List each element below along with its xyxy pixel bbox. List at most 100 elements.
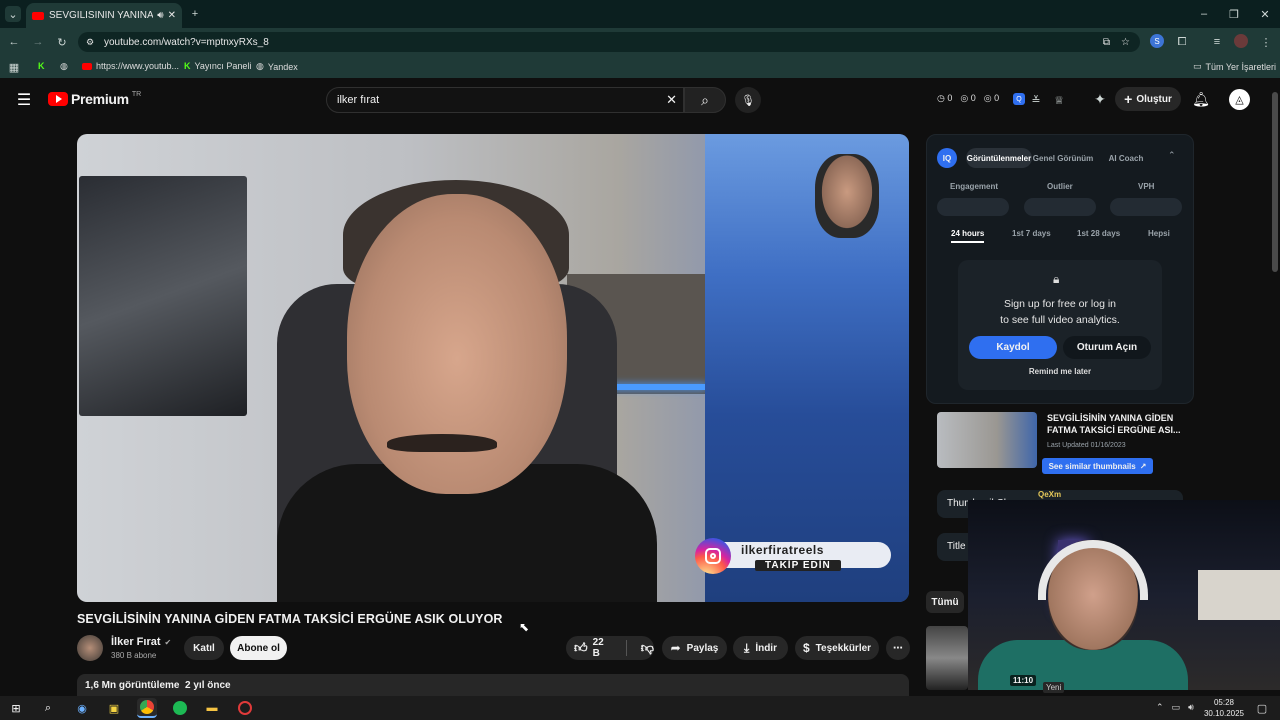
range-7d[interactable]: 1st 7 days [1012,229,1051,238]
dislike-button[interactable]: 👎︎ [641,640,654,656]
download-button[interactable]: ⤓ İndir [733,636,788,660]
join-button[interactable]: Katıl [184,636,224,660]
reload-icon[interactable]: ↻ [54,34,70,50]
lock-icon: 🔒︎ [1053,272,1060,286]
tab-views[interactable]: Görüntülenmeler [966,148,1032,168]
see-similar-button[interactable]: See similar thumbnails ↗ [1042,458,1153,474]
clock-counter[interactable]: ◷ 0 [937,93,952,104]
media-queue-icon[interactable]: ≡ [1209,34,1225,50]
network-icon[interactable]: ▭ [1172,702,1181,713]
plus-icon: + [1124,91,1133,107]
minimize-icon[interactable]: – [1196,6,1212,22]
bookmark-yayinci[interactable]: K Yayıncı Paneli [184,61,251,71]
kick-icon: K [184,61,191,71]
url-input[interactable]: ⚙︎ youtube.com/watch?v=mptnxyRXs_8 ⧉ ☆ [78,32,1140,52]
gem-icon[interactable]: ✦ [1092,91,1108,107]
window-close-icon[interactable]: ✕ [1257,6,1273,22]
description-box[interactable]: 1,6 Mn görüntüleme 2 yıl önce [77,674,909,696]
share-label: Paylaş [686,642,719,654]
all-bookmarks[interactable]: ▭ Tüm Yer İşaretleri [1193,61,1276,72]
chip-all[interactable]: Tümü [926,591,964,613]
file-explorer-icon[interactable]: ▬ [202,698,222,718]
speaker-icon[interactable]: 🔊︎ [157,10,163,21]
range-28d[interactable]: 1st 28 days [1077,229,1120,238]
notes-icon[interactable]: ▣ [104,698,124,718]
duration-badge: 11:10 [1010,675,1037,686]
remind-later-link[interactable]: Remind me later [958,367,1162,376]
views-counter[interactable]: ◎ 0 [984,93,999,104]
restore-icon[interactable]: ❐ [1226,6,1242,22]
chrome-icon[interactable] [137,698,157,718]
share-button[interactable]: ➦ Paylaş [662,636,727,660]
counter-value: 0 [970,93,976,103]
search-button[interactable]: ⌕ [684,87,726,113]
tab-close-icon[interactable]: ✕ [168,10,176,21]
signup-button[interactable]: Kaydol [969,336,1057,359]
bookmarks-bar: ▦ K ◍ https://www.youtub... K Yayıncı Pan… [0,56,1280,78]
forward-icon[interactable]: → [30,34,46,50]
range-24h[interactable]: 24 hours [951,229,985,243]
more-actions-button[interactable]: ⋯ [886,636,910,660]
back-icon[interactable]: ← [6,34,22,50]
tab-overview[interactable]: Genel Görünüm [1032,148,1094,168]
youtube-logo[interactable]: Premium TR [48,91,141,107]
install-app-icon[interactable]: ⧉ [1103,37,1110,48]
bookmark-youtube[interactable]: https://www.youtub... [82,61,179,71]
hamburger-menu-icon[interactable]: ☰ [16,92,32,109]
stat-value-blurred [1110,198,1182,216]
subscribe-button[interactable]: Abone ol [230,636,287,660]
bookmark-star-icon[interactable]: ☆ [1121,37,1130,48]
bookmark-globe[interactable]: ◍ [60,61,68,72]
voice-search-button[interactable]: 🎙︎ [735,87,761,113]
puzzle-icon[interactable]: ⧠ [1174,34,1190,50]
channel-name-row[interactable]: İlker Fırat ✔ [111,636,171,648]
related-video-thumbnail[interactable] [926,626,968,690]
kick-icon: K [38,61,45,71]
video-thumbnail[interactable] [937,412,1037,468]
clear-search-icon[interactable]: ✕ [666,92,677,108]
range-all[interactable]: Hepsi [1148,229,1170,238]
volume-icon[interactable]: 🔊︎ [1188,702,1194,713]
thanks-button[interactable]: $ Teşekkürler [795,636,879,660]
new-tab-icon[interactable]: + [187,6,203,22]
thumbs-up-icon: 👍︎ [574,640,588,655]
spotify-icon[interactable] [170,698,190,718]
app-icon[interactable] [235,698,255,718]
like-button[interactable]: 👍︎ 22 B [574,637,612,659]
account-avatar[interactable]: ◬ [1229,89,1250,110]
filter-icon[interactable]: ≚ [1028,92,1044,108]
create-button[interactable]: + Oluştur [1115,87,1181,111]
windows-taskbar [0,696,1280,720]
channel-avatar[interactable] [77,635,103,661]
page-scrollbar[interactable] [1272,92,1278,272]
site-info-icon[interactable]: ⚙︎ [86,37,94,48]
video-player[interactable]: ilkerfiratreels TAKİP EDİN [77,134,909,602]
trophy-icon[interactable]: ♕ [1051,92,1067,108]
subscriber-count: 380 B abone [111,651,157,660]
collapse-chevron-icon[interactable]: ⌃ [1168,150,1176,161]
windows-start-icon[interactable]: ⊞ [6,698,26,718]
tab-ai-coach[interactable]: AI Coach [1098,148,1154,168]
youtube-play-icon [48,92,68,106]
taskbar-search-icon[interactable]: ⌕ [38,698,58,718]
eye-counter[interactable]: ◎ 0 [960,93,975,104]
bookmark-yandex[interactable]: ◍ Yandex [256,61,298,72]
steam-icon[interactable]: ◉ [72,698,92,718]
notifications-bell-icon[interactable]: 🔔︎ [1192,91,1210,107]
views-and-date: 1,6 Mn görüntüleme 2 yıl önce [85,680,231,691]
extension-icon[interactable]: S [1150,34,1164,48]
bookmark-kick-k[interactable]: K [38,61,45,71]
login-button[interactable]: Oturum Açın [1063,336,1151,359]
tab-list-icon[interactable]: ⌄ [5,6,21,22]
apps-grid-icon[interactable]: ▦ [6,59,22,75]
menu-kebab-icon[interactable]: ⋮ [1258,34,1274,50]
profile-avatar[interactable] [1234,34,1248,48]
clock[interactable]: 05:28 30.10.2025 [1202,697,1246,719]
search-input[interactable]: ilker fırat ✕ [326,87,684,113]
counter-value: 0 [947,93,953,103]
brand-region: TR [131,91,142,98]
tray-chevron-icon[interactable]: ⌃ [1156,702,1164,713]
browser-tab[interactable]: SEVGİLİSİNİN YANINA GİDE 🔊︎ ✕ [26,3,182,28]
notification-center-icon[interactable]: ▢ [1252,698,1272,718]
vidiq-icon[interactable]: Q [1013,93,1025,105]
